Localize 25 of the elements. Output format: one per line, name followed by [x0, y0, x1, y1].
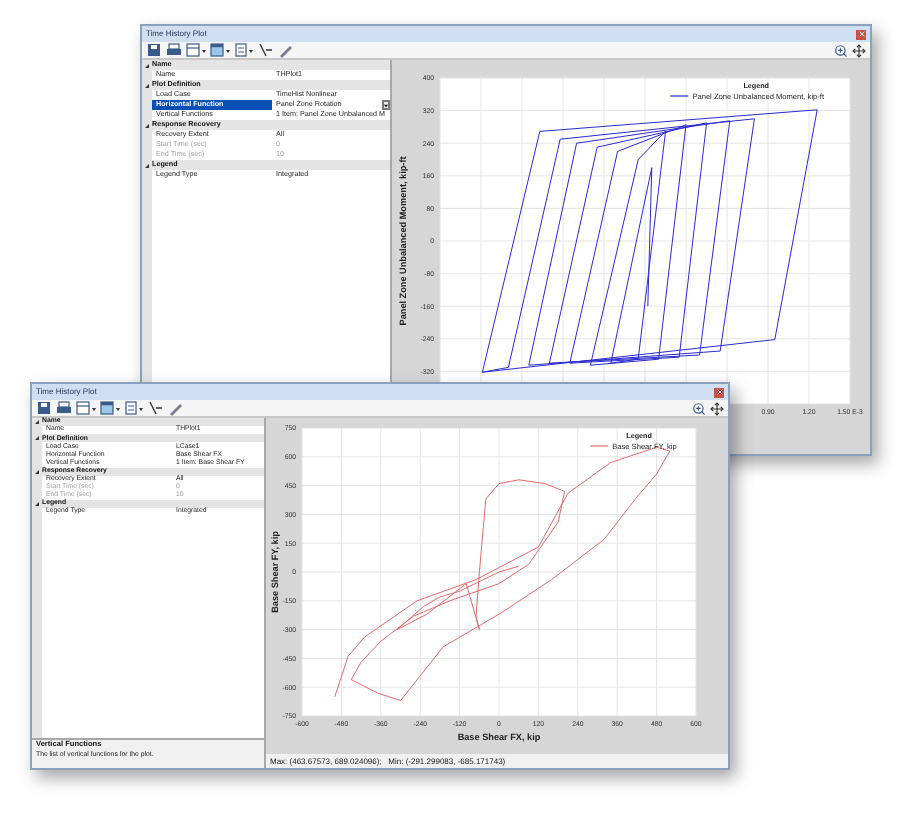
- legend-line-icon: [669, 95, 689, 97]
- zoom-icon[interactable]: [834, 43, 848, 57]
- save-icon[interactable]: [36, 400, 52, 416]
- curve-icon[interactable]: [148, 400, 164, 416]
- pan-icon[interactable]: [852, 43, 866, 57]
- collapse-icon[interactable]: [32, 467, 42, 476]
- legend-line-icon: [589, 445, 609, 447]
- zoom-icon[interactable]: [692, 401, 706, 415]
- export-icon[interactable]: [234, 42, 254, 58]
- table-icon[interactable]: [186, 42, 206, 58]
- table-icon[interactable]: [76, 400, 96, 416]
- grid-icon[interactable]: [100, 400, 120, 416]
- save-icon[interactable]: [146, 42, 162, 58]
- grid-icon[interactable]: [210, 42, 230, 58]
- print-icon[interactable]: [166, 42, 182, 58]
- close-button[interactable]: [714, 387, 724, 397]
- collapse-icon[interactable]: [32, 434, 42, 443]
- print-icon[interactable]: [56, 400, 72, 416]
- caret-icon: [384, 103, 388, 107]
- close-button[interactable]: [856, 29, 866, 39]
- collapse-icon[interactable]: [32, 499, 42, 508]
- export-icon[interactable]: [124, 400, 144, 416]
- curve-icon[interactable]: [258, 42, 274, 58]
- pan-icon[interactable]: [710, 401, 724, 415]
- dropdown-button[interactable]: [382, 100, 390, 110]
